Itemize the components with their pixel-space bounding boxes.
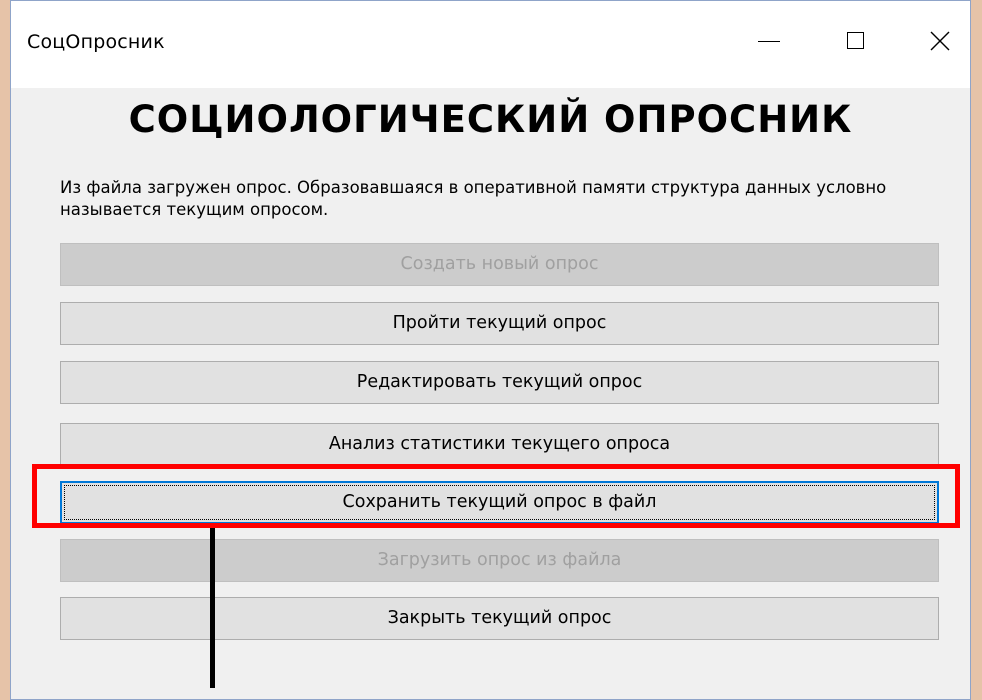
app-window: СоцОпросник СОЦИОЛОГИЧЕСКИЙ ОПРОСНИК Из … bbox=[10, 0, 971, 700]
minimize-button[interactable] bbox=[746, 21, 792, 61]
minimize-icon bbox=[758, 41, 780, 42]
edit-current-survey-button[interactable]: Редактировать текущий опрос bbox=[60, 361, 939, 404]
title-bar[interactable]: СоцОпросник bbox=[11, 1, 970, 88]
close-current-survey-button[interactable]: Закрыть текущий опрос bbox=[60, 597, 939, 640]
maximize-icon bbox=[847, 32, 864, 49]
pointer-annotation bbox=[210, 528, 215, 688]
status-message: Из файла загружен опрос. Образовавшаяся … bbox=[60, 178, 887, 219]
analyze-statistics-button[interactable]: Анализ статистики текущего опроса bbox=[60, 423, 939, 466]
close-icon bbox=[930, 31, 950, 51]
load-survey-from-file-button[interactable]: Загрузить опрос из файла bbox=[60, 539, 939, 582]
highlight-annotation bbox=[32, 464, 960, 528]
app-heading: СОЦИОЛОГИЧЕСКИЙ ОПРОСНИК bbox=[128, 98, 853, 141]
main-form: СОЦИОЛОГИЧЕСКИЙ ОПРОСНИК Из файла загруж… bbox=[11, 88, 970, 699]
maximize-button[interactable] bbox=[833, 21, 879, 61]
window-title: СоцОпросник bbox=[27, 31, 165, 53]
take-current-survey-button[interactable]: Пройти текущий опрос bbox=[60, 302, 939, 345]
close-button[interactable] bbox=[917, 21, 963, 61]
create-new-survey-button[interactable]: Создать новый опрос bbox=[60, 243, 939, 286]
